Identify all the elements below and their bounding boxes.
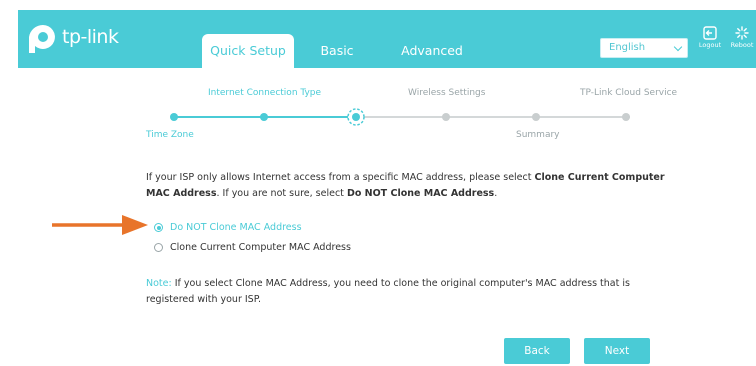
tp-link-logo: tp-link	[26, 22, 146, 56]
language-select-value: English	[609, 42, 646, 53]
step-tp-link-cloud-service: TP-Link Cloud Service	[580, 88, 678, 98]
step-internet-connection-type: Internet Connection Type	[208, 88, 322, 98]
step-dot-2	[260, 113, 268, 121]
reboot-label: Reboot	[730, 41, 754, 49]
logo-text: tp-link	[62, 26, 119, 48]
step-time-zone: Time Zone	[146, 130, 194, 140]
note-text: Note: If you select Clone MAC Address, y…	[146, 276, 636, 308]
next-button[interactable]: Next	[584, 338, 650, 364]
step-summary: Summary	[516, 130, 560, 140]
step-wireless-settings: Wireless Settings	[408, 88, 486, 98]
radio-option-do-not-clone[interactable]: Do NOT Clone MAC Address	[154, 222, 302, 233]
logout-button[interactable]: Logout	[698, 26, 722, 49]
radio-label-clone-current: Clone Current Computer MAC Address	[170, 242, 351, 253]
annotation-arrow-icon	[52, 215, 148, 235]
logout-icon	[703, 26, 717, 40]
chevron-down-icon	[673, 42, 683, 52]
router-admin-window: tp-link Quick Setup Basic Advanced Engli…	[18, 10, 756, 366]
current-step-indicator-icon	[347, 108, 365, 126]
tab-advanced[interactable]: Advanced	[392, 34, 472, 68]
note-body: If you select Clone MAC Address, you nee…	[146, 278, 630, 305]
top-bar: tp-link Quick Setup Basic Advanced Engli…	[18, 10, 756, 68]
tp-link-logo-icon	[29, 24, 55, 53]
back-button[interactable]: Back	[504, 338, 570, 364]
step-dot-5	[532, 113, 540, 121]
reboot-button[interactable]: Reboot	[730, 26, 754, 49]
intro-text-bold2: Do NOT Clone MAC Address	[346, 188, 495, 199]
radio-button-checked[interactable]	[154, 223, 163, 232]
logout-label: Logout	[698, 41, 722, 49]
intro-text-part2: . If you are not sure, select	[216, 188, 347, 199]
step-dot-6	[622, 113, 630, 121]
note-label: Note:	[146, 278, 172, 289]
intro-text-part3: .	[494, 188, 498, 199]
language-select[interactable]: English	[600, 38, 688, 58]
intro-text-part1: If your ISP only allows Internet access …	[146, 172, 535, 183]
reboot-icon	[735, 26, 749, 40]
radio-option-clone-current[interactable]: Clone Current Computer MAC Address	[154, 242, 351, 253]
step-dot-time-zone	[170, 113, 178, 121]
tab-quick-setup[interactable]: Quick Setup	[202, 34, 294, 68]
radio-button-unchecked[interactable]	[154, 243, 163, 252]
radio-label-do-not-clone: Do NOT Clone MAC Address	[170, 222, 302, 233]
progress-line-remaining	[356, 116, 630, 118]
step-dot-4	[442, 113, 450, 121]
intro-text: If your ISP only allows Internet access …	[146, 170, 666, 202]
tab-basic[interactable]: Basic	[314, 34, 360, 68]
